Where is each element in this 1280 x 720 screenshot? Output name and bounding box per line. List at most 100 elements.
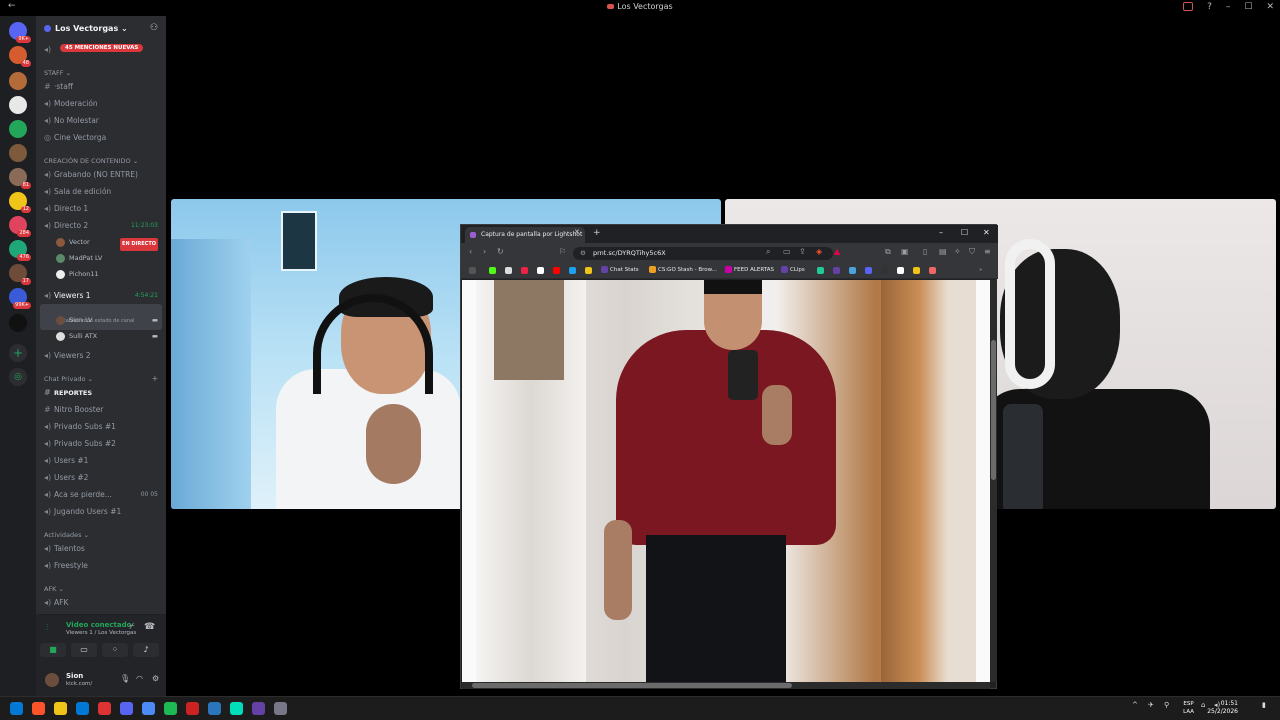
channel-users-2[interactable]: ◂) Users #2 bbox=[44, 471, 88, 485]
bookmark-icon[interactable] bbox=[881, 267, 888, 274]
zoom-icon[interactable]: ⌕ bbox=[766, 247, 770, 257]
channel-jugando-users[interactable]: ◂) Jugando Users #1 bbox=[44, 505, 121, 519]
kick-bookmark-icon[interactable] bbox=[489, 267, 496, 274]
close-tab-icon[interactable]: ✕ bbox=[574, 228, 580, 236]
camera-button[interactable]: ■ bbox=[40, 643, 66, 657]
explorer-app-icon[interactable] bbox=[54, 702, 67, 715]
server-icon[interactable]: 17 bbox=[9, 264, 31, 285]
disconnect-icon[interactable]: ☎ bbox=[144, 622, 155, 632]
add-channel-icon[interactable]: + bbox=[152, 372, 158, 386]
close-button[interactable]: ✕ bbox=[1266, 2, 1274, 12]
server-icon[interactable]: 12 bbox=[9, 192, 31, 213]
bookmark-csgo-stash[interactable]: CS:GO Stash - Brow... bbox=[649, 265, 717, 276]
share-icon[interactable]: ⇪ bbox=[799, 247, 806, 256]
category-contenido[interactable]: CREACIÓN DE CONTENIDO ⌄ bbox=[44, 154, 138, 168]
channel-talentos[interactable]: ◂) Talentos bbox=[44, 542, 85, 556]
bookmark-clips[interactable]: CLips bbox=[781, 265, 805, 276]
brave-rewards-icon[interactable]: ▲ bbox=[834, 247, 840, 256]
signal-icon[interactable]: ⫶ bbox=[46, 623, 48, 633]
bookmark-icon[interactable] bbox=[585, 267, 592, 274]
bookmark-icon[interactable] bbox=[865, 267, 872, 274]
bookmark-icon[interactable] bbox=[505, 267, 512, 274]
noise-suppression-icon[interactable]: ⌿ bbox=[129, 622, 134, 632]
channel-announcements[interactable]: ◂) bbox=[44, 43, 54, 57]
settings-icon[interactable]: ⚙ bbox=[152, 674, 159, 683]
tray-app-icon[interactable]: ✈ bbox=[1148, 701, 1154, 709]
leo-icon[interactable]: ✧ bbox=[954, 247, 961, 256]
avatar[interactable] bbox=[45, 673, 59, 687]
channel-directo-1[interactable]: ◂) Directo 1 bbox=[44, 202, 88, 216]
channel-privado-subs-1[interactable]: ◂) Privado Subs #1 bbox=[44, 420, 116, 434]
forward-icon[interactable]: › bbox=[483, 247, 486, 256]
channel-sala-edicion[interactable]: ◂) Sala de edición bbox=[44, 185, 111, 199]
soundboard-button[interactable]: ♪ bbox=[133, 643, 159, 657]
server-icon[interactable] bbox=[9, 72, 27, 90]
back-icon[interactable]: ‹ bbox=[469, 247, 472, 256]
channel-nitro-booster[interactable]: # Nitro Booster bbox=[44, 403, 103, 417]
server-folder-icon[interactable]: 99K+ bbox=[9, 288, 31, 309]
new-mentions-pill[interactable]: 45 MENCIONES NUEVAS bbox=[60, 44, 144, 52]
channel-privado-subs-2[interactable]: ◂) Privado Subs #2 bbox=[44, 437, 116, 451]
bookmark-icon[interactable] bbox=[521, 267, 528, 274]
bookmark-icon[interactable] bbox=[537, 267, 544, 274]
screen-share-button[interactable]: ▭ bbox=[71, 643, 97, 657]
app-icon[interactable] bbox=[230, 702, 243, 715]
sidebar-icon[interactable]: ▯ bbox=[923, 247, 927, 256]
horizontal-scrollbar[interactable] bbox=[462, 682, 990, 689]
bookmark-icon[interactable] bbox=[897, 267, 904, 274]
discord-app-icon[interactable] bbox=[120, 702, 133, 715]
category-staff[interactable]: STAFF ⌄ bbox=[44, 66, 71, 80]
minimize-button[interactable]: – bbox=[939, 228, 943, 237]
network-icon[interactable]: ⌂ bbox=[1201, 701, 1205, 709]
channel-directo-2[interactable]: ◂) Directo 2 11:23:03 bbox=[44, 219, 158, 233]
bookmark-icon[interactable] bbox=[833, 267, 840, 274]
reload-icon[interactable]: ↻ bbox=[497, 247, 504, 256]
new-tab-button[interactable]: + bbox=[593, 228, 601, 238]
server-header[interactable]: Los Vectorgas ⌄ bbox=[44, 24, 128, 33]
channel-reportes[interactable]: # REPORTES bbox=[44, 386, 92, 400]
football-server-icon[interactable] bbox=[9, 96, 27, 114]
tray-chevron-icon[interactable]: ^ bbox=[1132, 701, 1138, 709]
channel-staff[interactable]: # ·staff bbox=[44, 80, 73, 94]
category-actividades[interactable]: Actividades ⌄ bbox=[44, 528, 89, 542]
tab-search-icon[interactable]: ▤ bbox=[939, 247, 947, 256]
close-button[interactable]: ✕ bbox=[983, 228, 990, 237]
screenshot-image[interactable] bbox=[476, 280, 976, 682]
server-icon[interactable]: 48 bbox=[9, 46, 31, 67]
voice-user[interactable]: MadPat LV bbox=[56, 252, 102, 265]
server-icon[interactable]: 284 bbox=[9, 216, 31, 237]
minimize-button[interactable]: – bbox=[1226, 2, 1231, 12]
activities-button[interactable]: ⁘ bbox=[102, 643, 128, 657]
channel-afk[interactable]: ◂) AFK bbox=[44, 596, 68, 610]
channel-freestyle[interactable]: ◂) Freestyle bbox=[44, 559, 88, 573]
explore-icon[interactable]: ◎ bbox=[9, 368, 27, 386]
home-icon[interactable]: 9K+ bbox=[9, 22, 31, 43]
channel-users-1[interactable]: ◂) Users #1 bbox=[44, 454, 88, 468]
menu-icon[interactable]: ≡ bbox=[984, 247, 991, 256]
bookmark-icon[interactable]: ⚐ bbox=[559, 247, 566, 256]
vpn-icon[interactable]: ⛉ bbox=[969, 247, 975, 257]
voice-user[interactable]: Sion LV ▬ bbox=[56, 314, 158, 327]
invite-icon[interactable]: ⚇ bbox=[150, 23, 158, 33]
brave-app-icon[interactable] bbox=[32, 702, 45, 715]
app-icon[interactable] bbox=[252, 702, 265, 715]
channel-no-molestar[interactable]: ◂) No Molestar bbox=[44, 114, 99, 128]
server-icon[interactable]: 81 bbox=[9, 168, 31, 189]
channel-moderacion[interactable]: ◂) Moderación bbox=[44, 97, 98, 111]
bookmark-feed-alertas[interactable]: FEED ALERTAS bbox=[725, 265, 774, 276]
tray-mic-icon[interactable]: ⚲ bbox=[1164, 701, 1169, 709]
brave-shields-icon[interactable]: ◈ bbox=[816, 247, 822, 256]
maximize-button[interactable]: ☐ bbox=[1244, 2, 1252, 12]
category-afk[interactable]: AFK ⌄ bbox=[44, 582, 64, 596]
address-bar[interactable]: ⚙ prnt.sc/DYRQTihy5c6X bbox=[573, 247, 833, 260]
spotify-app-icon[interactable] bbox=[164, 702, 177, 715]
server-icon[interactable] bbox=[9, 120, 27, 138]
voice-channel-link[interactable]: Viewers 1 / Los Vectorgas bbox=[66, 630, 136, 636]
wallet-icon[interactable]: ▣ bbox=[901, 247, 909, 256]
maximize-button[interactable]: ☐ bbox=[961, 228, 968, 237]
inbox-icon[interactable] bbox=[1183, 2, 1194, 11]
voice-user[interactable]: Vector EN DIRECTO bbox=[56, 236, 158, 251]
bookmark-chat-stats[interactable]: Chat Stats bbox=[601, 265, 639, 276]
apps-icon[interactable] bbox=[469, 267, 476, 274]
youtube-bookmark-icon[interactable] bbox=[553, 267, 560, 274]
